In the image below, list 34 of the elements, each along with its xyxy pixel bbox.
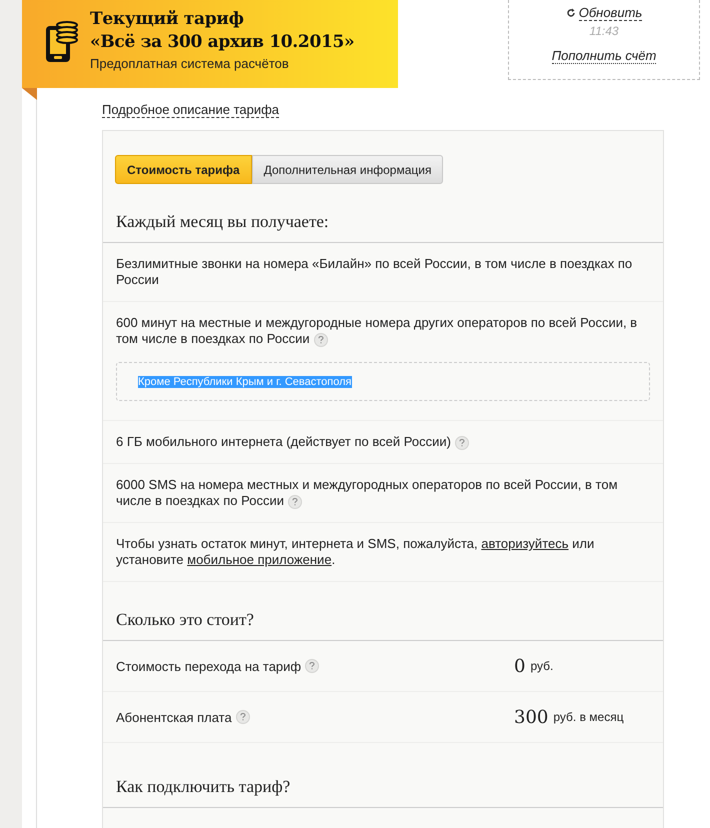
text-link[interactable]: авторизуйтесь bbox=[481, 536, 569, 551]
info-text: Чтобы узнать остаток минут, интернета и SMS, пожалуйста, авторизуйтесь или установите мобильное приложение. bbox=[116, 536, 596, 568]
refresh-link[interactable]: Обновить bbox=[578, 5, 642, 21]
phone-coins-icon bbox=[44, 20, 78, 64]
update-time: 11:43 bbox=[589, 24, 619, 38]
cost-label: Стоимость перехода на тариф bbox=[116, 658, 302, 674]
tab[interactable]: Стоимость тарифа bbox=[115, 155, 252, 184]
help-icon[interactable] bbox=[454, 436, 469, 450]
text-link[interactable]: мобильное приложение bbox=[187, 552, 332, 567]
cost-label: Абонентская плата bbox=[116, 710, 232, 724]
refresh-icon[interactable] bbox=[566, 8, 576, 18]
help-icon[interactable] bbox=[288, 494, 302, 509]
help-icon[interactable] bbox=[314, 332, 328, 347]
section-heading: Каждый месяц вы получаете: bbox=[103, 212, 663, 243]
top-up-link[interactable]: Пополнить счёт bbox=[552, 48, 656, 64]
benefit-text: 6000 SMS на номера местных и междугородных операторов по всей России, в том числе в поездках по России bbox=[116, 477, 619, 509]
tab[interactable]: Дополнительная информация bbox=[252, 155, 444, 184]
tariff-title: Текущий тариф bbox=[90, 8, 245, 31]
cost-amount: 300 bbox=[514, 706, 548, 728]
cost-amount: 0 bbox=[514, 656, 526, 676]
benefit-text: 600 минут на местные и междугородные номера других операторов по всей России, в том числе в поездках по России bbox=[116, 315, 638, 347]
ribbon-fold-icon bbox=[22, 88, 37, 100]
benefit-text: Безлимитные звонки на номера «Билайн» по всей России, в том числе в поездках по России bbox=[116, 256, 634, 288]
help-icon[interactable] bbox=[305, 659, 320, 673]
cost-unit: руб. в месяц bbox=[553, 710, 624, 724]
tariff-name: «Всё за 300 архив 10.2015» bbox=[90, 31, 354, 54]
benefit-text: 6 ГБ мобильного интернета (действует по всей России) bbox=[116, 434, 650, 450]
tariff-details-link[interactable]: Подробное описание тарифа bbox=[102, 102, 280, 118]
section-heading: Как подключить тариф? bbox=[103, 777, 663, 808]
note-text: Кроме Республики Крым и г. Севастополя bbox=[138, 376, 352, 388]
billing-system: Предоплатная система расчётов bbox=[90, 56, 290, 71]
cost-unit: руб. bbox=[530, 659, 554, 673]
section-heading: Сколько это стоит? bbox=[103, 610, 663, 641]
help-icon[interactable] bbox=[236, 710, 250, 724]
